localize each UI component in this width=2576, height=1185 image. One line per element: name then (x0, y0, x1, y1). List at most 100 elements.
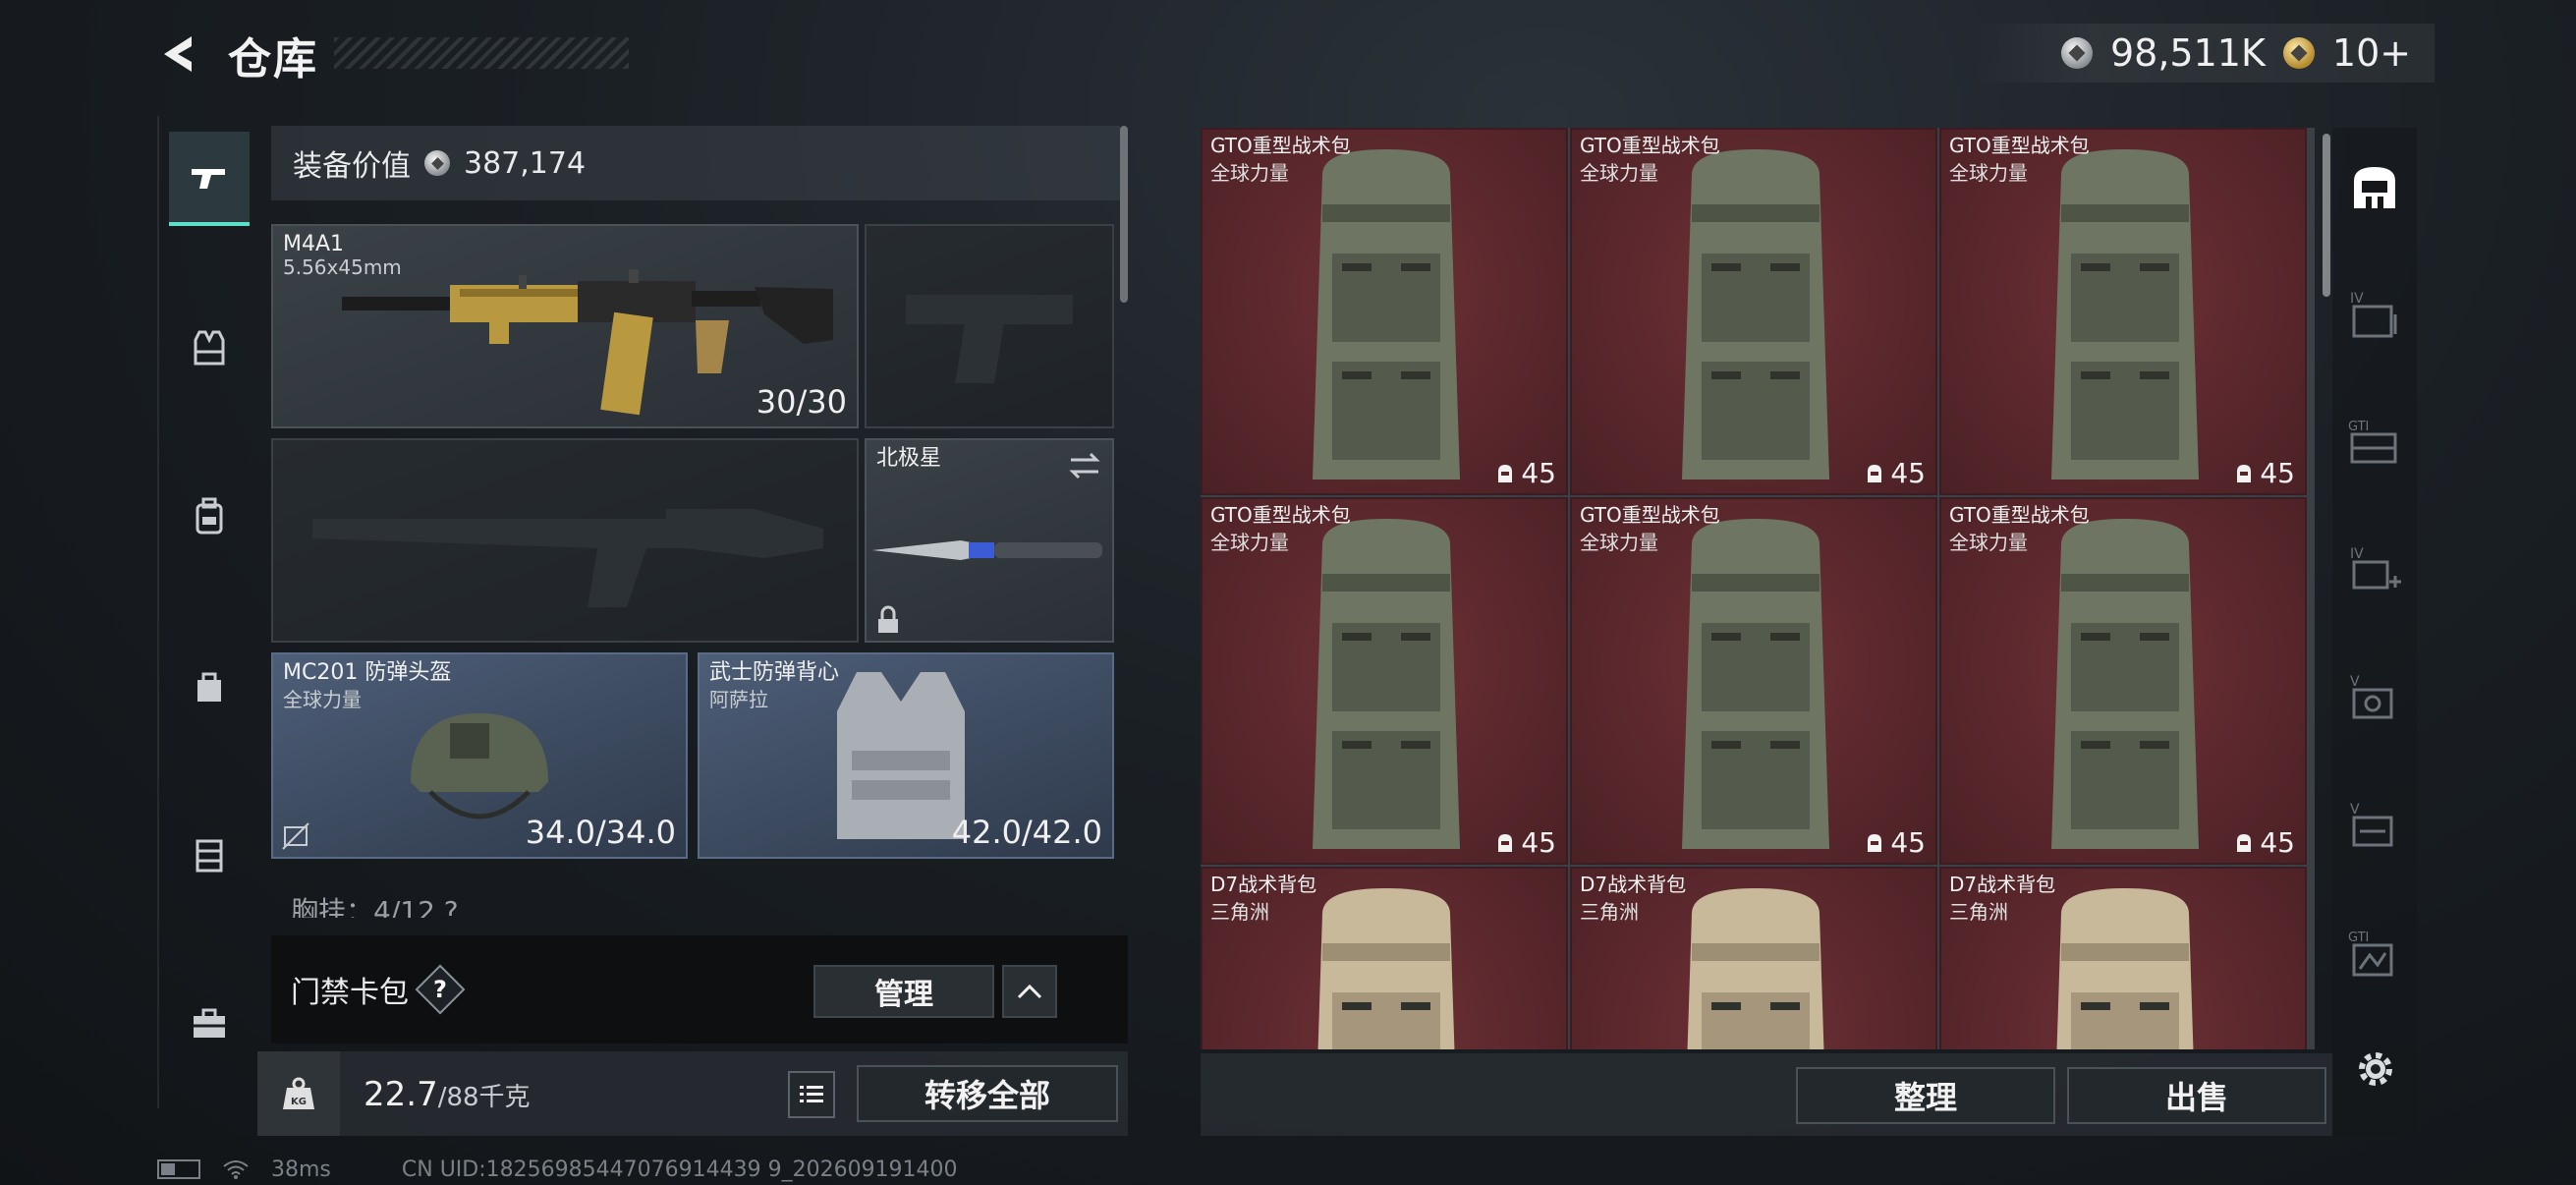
inventory-item-capacity: 45 (1495, 457, 1556, 489)
weight-max: /88千克 (437, 1083, 531, 1112)
nav-item-pouch[interactable] (169, 639, 250, 733)
weight-bar: KG 22.7/88千克 转移全部 (257, 1051, 1128, 1136)
equipment-scrollbar[interactable] (1120, 126, 1128, 303)
primary-weapon-ammo: 30/30 (756, 383, 847, 421)
rifle-placeholder-icon (312, 509, 823, 607)
inventory-item-name: GTO重型战术包 (1210, 134, 1351, 157)
case-icon (196, 839, 223, 873)
inventory-item[interactable]: GTO重型战术包 全球力量 45 (1939, 128, 2307, 495)
chevron-up-icon (1017, 984, 1042, 999)
nav-item-weapon[interactable] (169, 132, 250, 226)
inventory-item[interactable]: GTO重型战术包 全球力量 45 (1201, 128, 1568, 495)
inventory-item-faction: 三角洲 (1949, 900, 2008, 924)
svg-text:GTI: GTI (2348, 420, 2369, 434)
inventory-item[interactable]: D7战术背包 三角洲 (1201, 867, 1568, 1049)
secondary-weapon-slot[interactable] (271, 438, 859, 643)
nav-item-toolbox[interactable] (169, 977, 250, 1071)
svg-text:GTI: GTI (2348, 931, 2369, 945)
backpack-image (2051, 149, 2199, 480)
help-icon: ? (433, 975, 447, 1003)
pistol-slot[interactable] (865, 224, 1114, 428)
rnav-backpack-tab[interactable] (2342, 143, 2407, 232)
melee-slot[interactable]: 北极星 (865, 438, 1114, 643)
inventory-grid: GTO重型战术包 全球力量 45 GTO重型战术包 全球力量 45 GTO重型战术包 全球力量… (1201, 128, 2315, 1049)
nav-item-case[interactable] (169, 808, 250, 902)
inventory-item-capacity: 45 (2234, 457, 2295, 489)
transfer-all-button[interactable]: 转移全部 (857, 1065, 1118, 1122)
svg-text:V: V (2350, 802, 2360, 818)
nav-item-armor[interactable] (169, 301, 250, 395)
capacity-icon (1498, 833, 1513, 852)
chest-rig-row[interactable]: 胸挂：4/12 ? (271, 884, 1116, 918)
inventory-scrollbar[interactable] (2323, 134, 2330, 297)
inventory-item[interactable]: D7战术背包 三角洲 (1570, 867, 1937, 1049)
manage-button[interactable]: 管理 (813, 965, 994, 1018)
pouch-icon (197, 672, 221, 702)
inventory-item-capacity-value: 45 (1521, 826, 1556, 859)
settings-button[interactable] (2348, 1042, 2403, 1097)
sell-button[interactable]: 出售 (2067, 1067, 2326, 1124)
melee-name: 北极星 (876, 446, 942, 471)
helmet-name: MC201 防弹头盔 (283, 660, 452, 685)
list-view-button[interactable] (788, 1071, 835, 1118)
inventory-item[interactable]: GTO重型战术包 全球力量 45 (1570, 497, 1937, 865)
back-arrow-icon (164, 36, 192, 72)
inventory-item-capacity: 45 (1865, 826, 1926, 859)
capacity-icon (1498, 464, 1513, 482)
weight-current: 22.7 (364, 1075, 438, 1114)
inventory-item-faction: 全球力量 (1210, 161, 1289, 185)
svg-text:V: V (2350, 674, 2360, 690)
wifi-icon (223, 1160, 249, 1179)
lock-icon (878, 605, 898, 633)
inventory-item-faction: 全球力量 (1580, 161, 1658, 185)
currency-bar: 98,511K 10+ (1973, 24, 2435, 83)
capacity-icon (1868, 833, 1882, 852)
backpack-image (1313, 519, 1460, 849)
backpack-image (2051, 519, 2199, 849)
storage-iv-icon: IV (2350, 291, 2397, 338)
back-button[interactable] (147, 22, 216, 86)
knife-image (872, 540, 1102, 560)
backpack-image (1317, 888, 1455, 1049)
gear-icon (2359, 1052, 2392, 1086)
capacity-icon (2237, 833, 2252, 852)
primary-weapon-slot[interactable]: M4A1 5.56x45mm 30/30 (271, 224, 859, 428)
sort-button[interactable]: 整理 (1796, 1067, 2055, 1124)
rnav-storage-v2[interactable]: V (2342, 782, 2407, 871)
rnav-storage-iv[interactable]: IV (2342, 271, 2407, 360)
rnav-storage-v[interactable]: V (2342, 654, 2407, 743)
vest-slot[interactable]: 武士防弹背心 阿萨拉 42.0/42.0 (698, 652, 1114, 859)
inventory-item[interactable]: GTO重型战术包 全球力量 45 (1570, 128, 1937, 495)
storage-v2-icon: V (2350, 802, 2393, 847)
inventory-item-name: D7战术背包 (1949, 873, 2056, 896)
inventory-item[interactable]: GTO重型战术包 全球力量 45 (1201, 497, 1568, 865)
inventory-item-name: GTO重型战术包 (1949, 503, 2090, 527)
inventory-item-faction: 全球力量 (1210, 531, 1289, 554)
gold-coin-icon (2282, 37, 2315, 69)
help-button[interactable]: ? (415, 964, 466, 1015)
swap-icon[interactable] (1067, 450, 1102, 481)
silver-coin-icon (424, 150, 450, 176)
inventory-item[interactable]: GTO重型战术包 全球力量 45 (1939, 497, 2307, 865)
toolbox-icon (194, 1008, 225, 1038)
inventory-item[interactable]: D7战术背包 三角洲 (1939, 867, 2307, 1049)
inventory-footer: 整理 出售 (1201, 1053, 2332, 1136)
inventory-item-faction: 全球力量 (1580, 531, 1658, 554)
title-decoration (334, 37, 629, 69)
storage-gti2-icon: GTI (2348, 931, 2393, 977)
inventory-item-faction: 三角洲 (1580, 900, 1639, 924)
rnav-storage-gti2[interactable]: GTI (2342, 910, 2407, 998)
inventory-item-name: D7战术背包 (1210, 873, 1317, 896)
helmet-slot[interactable]: MC201 防弹头盔 全球力量 34.0/34.0 (271, 652, 688, 859)
rnav-storage-gti[interactable]: GTI (2342, 399, 2407, 487)
inventory-item-faction: 三角洲 (1210, 900, 1269, 924)
nav-item-backpack[interactable] (169, 470, 250, 564)
inventory-item-name: GTO重型战术包 (1949, 134, 2090, 157)
chest-rig-label: 胸挂：4/12 ? (291, 895, 459, 918)
inventory-item-name: GTO重型战术包 (1580, 503, 1720, 527)
silver-currency-value: 98,511K (2110, 31, 2266, 75)
storage-iv-add-icon: IV (2350, 546, 2401, 590)
collapse-button[interactable] (1002, 965, 1057, 1018)
helmet-faction: 全球力量 (283, 688, 362, 711)
rnav-storage-iv-add[interactable]: IV (2342, 527, 2407, 615)
